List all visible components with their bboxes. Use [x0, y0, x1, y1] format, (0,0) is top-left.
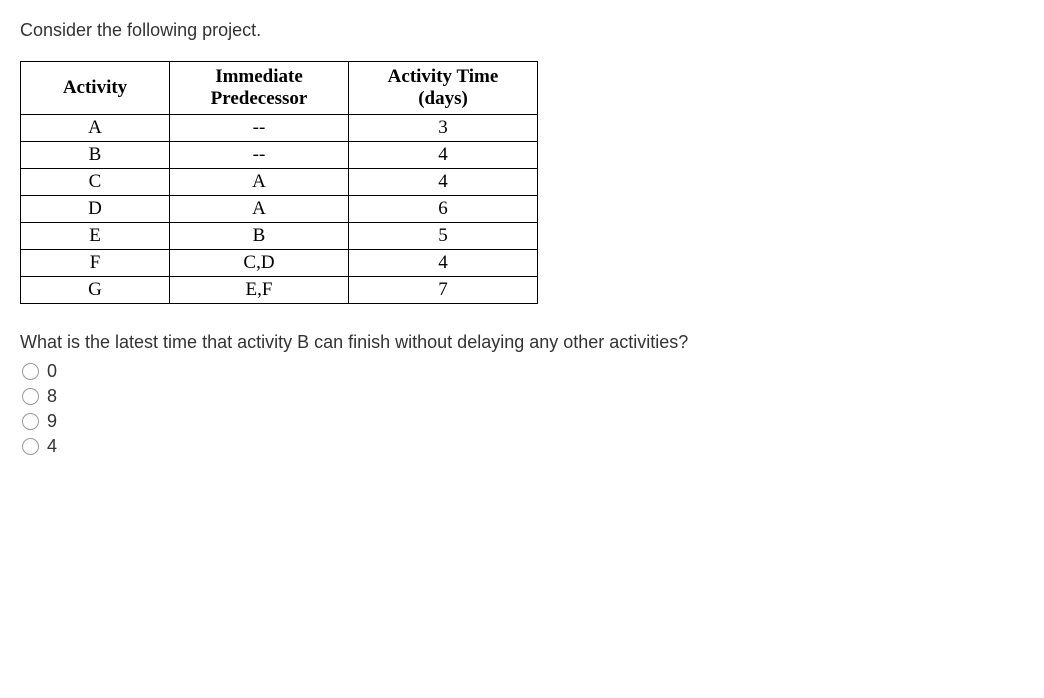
table-row: C A 4 — [21, 169, 538, 196]
option-2[interactable]: 9 — [22, 411, 1024, 432]
th-time: Activity Time (days) — [349, 62, 538, 115]
option-label: 0 — [47, 361, 57, 382]
cell-activity: B — [21, 142, 170, 169]
option-label: 8 — [47, 386, 57, 407]
cell-activity: E — [21, 223, 170, 250]
question-text: What is the latest time that activity B … — [20, 332, 1024, 353]
th-activity: Activity — [21, 62, 170, 115]
th-time-l2: (days) — [418, 88, 468, 109]
table-row: E B 5 — [21, 223, 538, 250]
th-predecessor: Immediate Predecessor — [170, 62, 349, 115]
cell-predecessor: -- — [170, 115, 349, 142]
cell-activity: C — [21, 169, 170, 196]
cell-activity: A — [21, 115, 170, 142]
table-row: B -- 4 — [21, 142, 538, 169]
options-group: 0 8 9 4 — [22, 361, 1024, 457]
radio-icon[interactable] — [22, 413, 39, 430]
cell-time: 6 — [349, 196, 538, 223]
cell-time: 3 — [349, 115, 538, 142]
cell-time: 5 — [349, 223, 538, 250]
table-row: A -- 3 — [21, 115, 538, 142]
cell-time: 4 — [349, 169, 538, 196]
table-row: F C,D 4 — [21, 250, 538, 277]
radio-icon[interactable] — [22, 363, 39, 380]
cell-time: 4 — [349, 250, 538, 277]
cell-predecessor: -- — [170, 142, 349, 169]
cell-predecessor: A — [170, 196, 349, 223]
th-predecessor-l1: Immediate — [215, 66, 303, 87]
option-0[interactable]: 0 — [22, 361, 1024, 382]
th-time-l1: Activity Time — [388, 66, 499, 87]
table-row: G E,F 7 — [21, 277, 538, 304]
cell-activity: F — [21, 250, 170, 277]
table-row: D A 6 — [21, 196, 538, 223]
th-predecessor-l2: Predecessor — [211, 88, 308, 109]
option-3[interactable]: 4 — [22, 436, 1024, 457]
project-table: Activity Immediate Predecessor Activity … — [20, 61, 538, 304]
option-label: 4 — [47, 436, 57, 457]
cell-predecessor: A — [170, 169, 349, 196]
cell-time: 7 — [349, 277, 538, 304]
cell-activity: G — [21, 277, 170, 304]
cell-activity: D — [21, 196, 170, 223]
option-1[interactable]: 8 — [22, 386, 1024, 407]
cell-predecessor: B — [170, 223, 349, 250]
radio-icon[interactable] — [22, 438, 39, 455]
option-label: 9 — [47, 411, 57, 432]
cell-predecessor: E,F — [170, 277, 349, 304]
cell-time: 4 — [349, 142, 538, 169]
prompt-text: Consider the following project. — [20, 20, 1024, 41]
cell-predecessor: C,D — [170, 250, 349, 277]
radio-icon[interactable] — [22, 388, 39, 405]
